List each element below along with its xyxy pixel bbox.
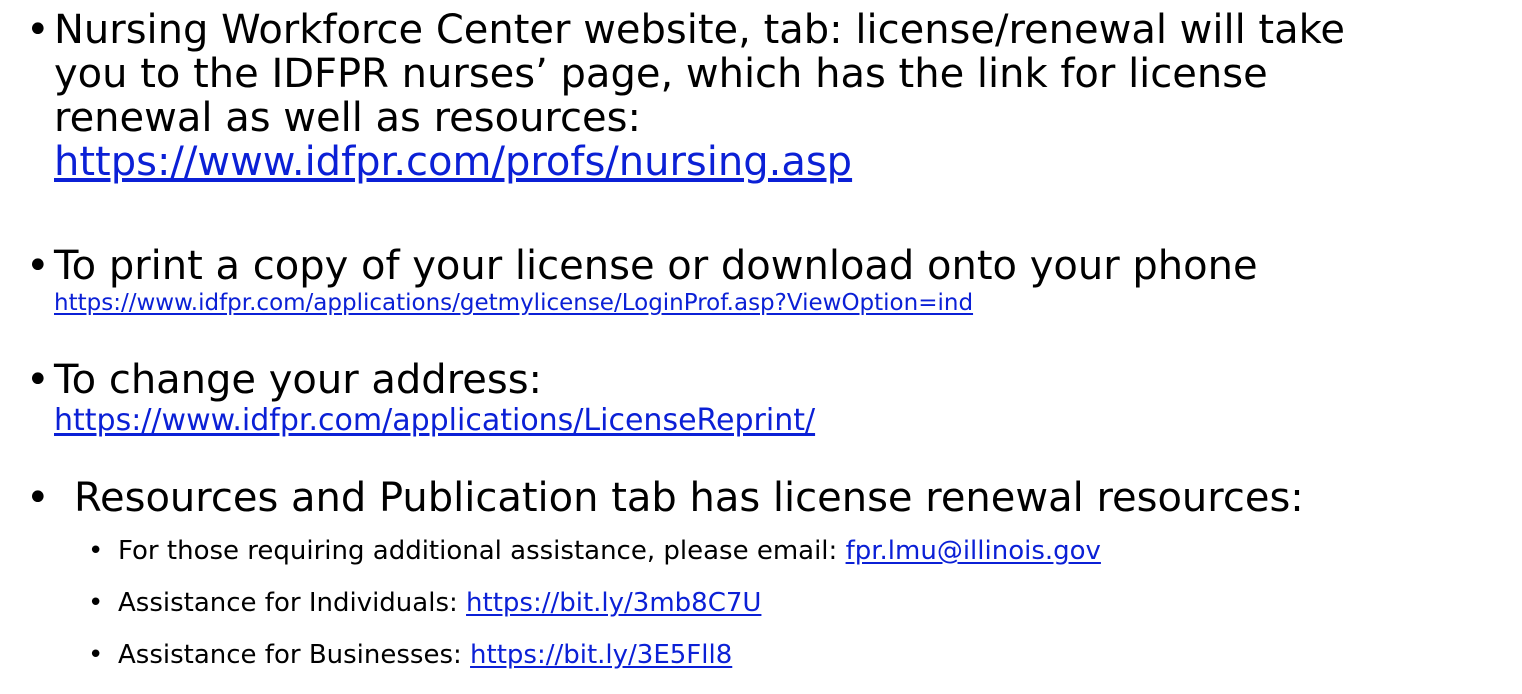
bullet-text-line: Nursing Workforce Center website, tab: l…	[54, 7, 1345, 53]
bullet-text: To change your address:	[54, 357, 543, 403]
bullet-text-line: you to the IDFPR nurses’ page, which has…	[54, 51, 1268, 97]
bullet-text: To print a copy of your license or downl…	[54, 243, 1258, 289]
sub-bullet-dot: •	[88, 536, 104, 566]
bullet-dot: •	[26, 357, 50, 403]
sub-bullet-individuals: • Assistance for Individuals: https://bi…	[88, 586, 1508, 620]
slide: • Nursing Workforce Center website, tab:…	[0, 0, 1522, 694]
getmylicense-link[interactable]: https://www.idfpr.com/applications/getmy…	[54, 290, 973, 316]
bullet-dot: •	[26, 475, 50, 521]
bullet-nursing-workforce: • Nursing Workforce Center website, tab:…	[26, 8, 1516, 184]
license-reprint-link[interactable]: https://www.idfpr.com/applications/Licen…	[54, 403, 815, 438]
bullet-resources-publication: • Resources and Publication tab has lice…	[26, 476, 1516, 520]
bullet-dot: •	[26, 243, 50, 289]
bullet-dot: •	[26, 7, 50, 53]
idfpr-nursing-link[interactable]: https://www.idfpr.com/profs/nursing.asp	[54, 139, 852, 185]
email-link[interactable]: fpr.lmu@illinois.gov	[846, 536, 1101, 566]
sub-bullet-dot: •	[88, 588, 104, 618]
bullet-text-line: renewal as well as resources:	[54, 95, 641, 141]
bullet-text: Resources and Publication tab has licens…	[74, 475, 1304, 521]
bullet-change-address: • To change your address: https://www.id…	[26, 358, 1516, 440]
individuals-link[interactable]: https://bit.ly/3mb8C7U	[466, 588, 761, 618]
sub-bullet-text: For those requiring additional assistanc…	[118, 536, 846, 566]
sub-bullet-text: Assistance for Businesses:	[118, 640, 471, 670]
businesses-link[interactable]: https://bit.ly/3E5Fll8	[470, 640, 732, 670]
sub-bullet-text: Assistance for Individuals:	[118, 588, 467, 618]
sub-bullet-dot: •	[88, 640, 104, 670]
bullet-print-license: • To print a copy of your license or dow…	[26, 244, 1516, 318]
sub-bullet-businesses: • Assistance for Businesses: https://bit…	[88, 638, 1508, 672]
sub-bullet-email: • For those requiring additional assista…	[88, 534, 1508, 568]
